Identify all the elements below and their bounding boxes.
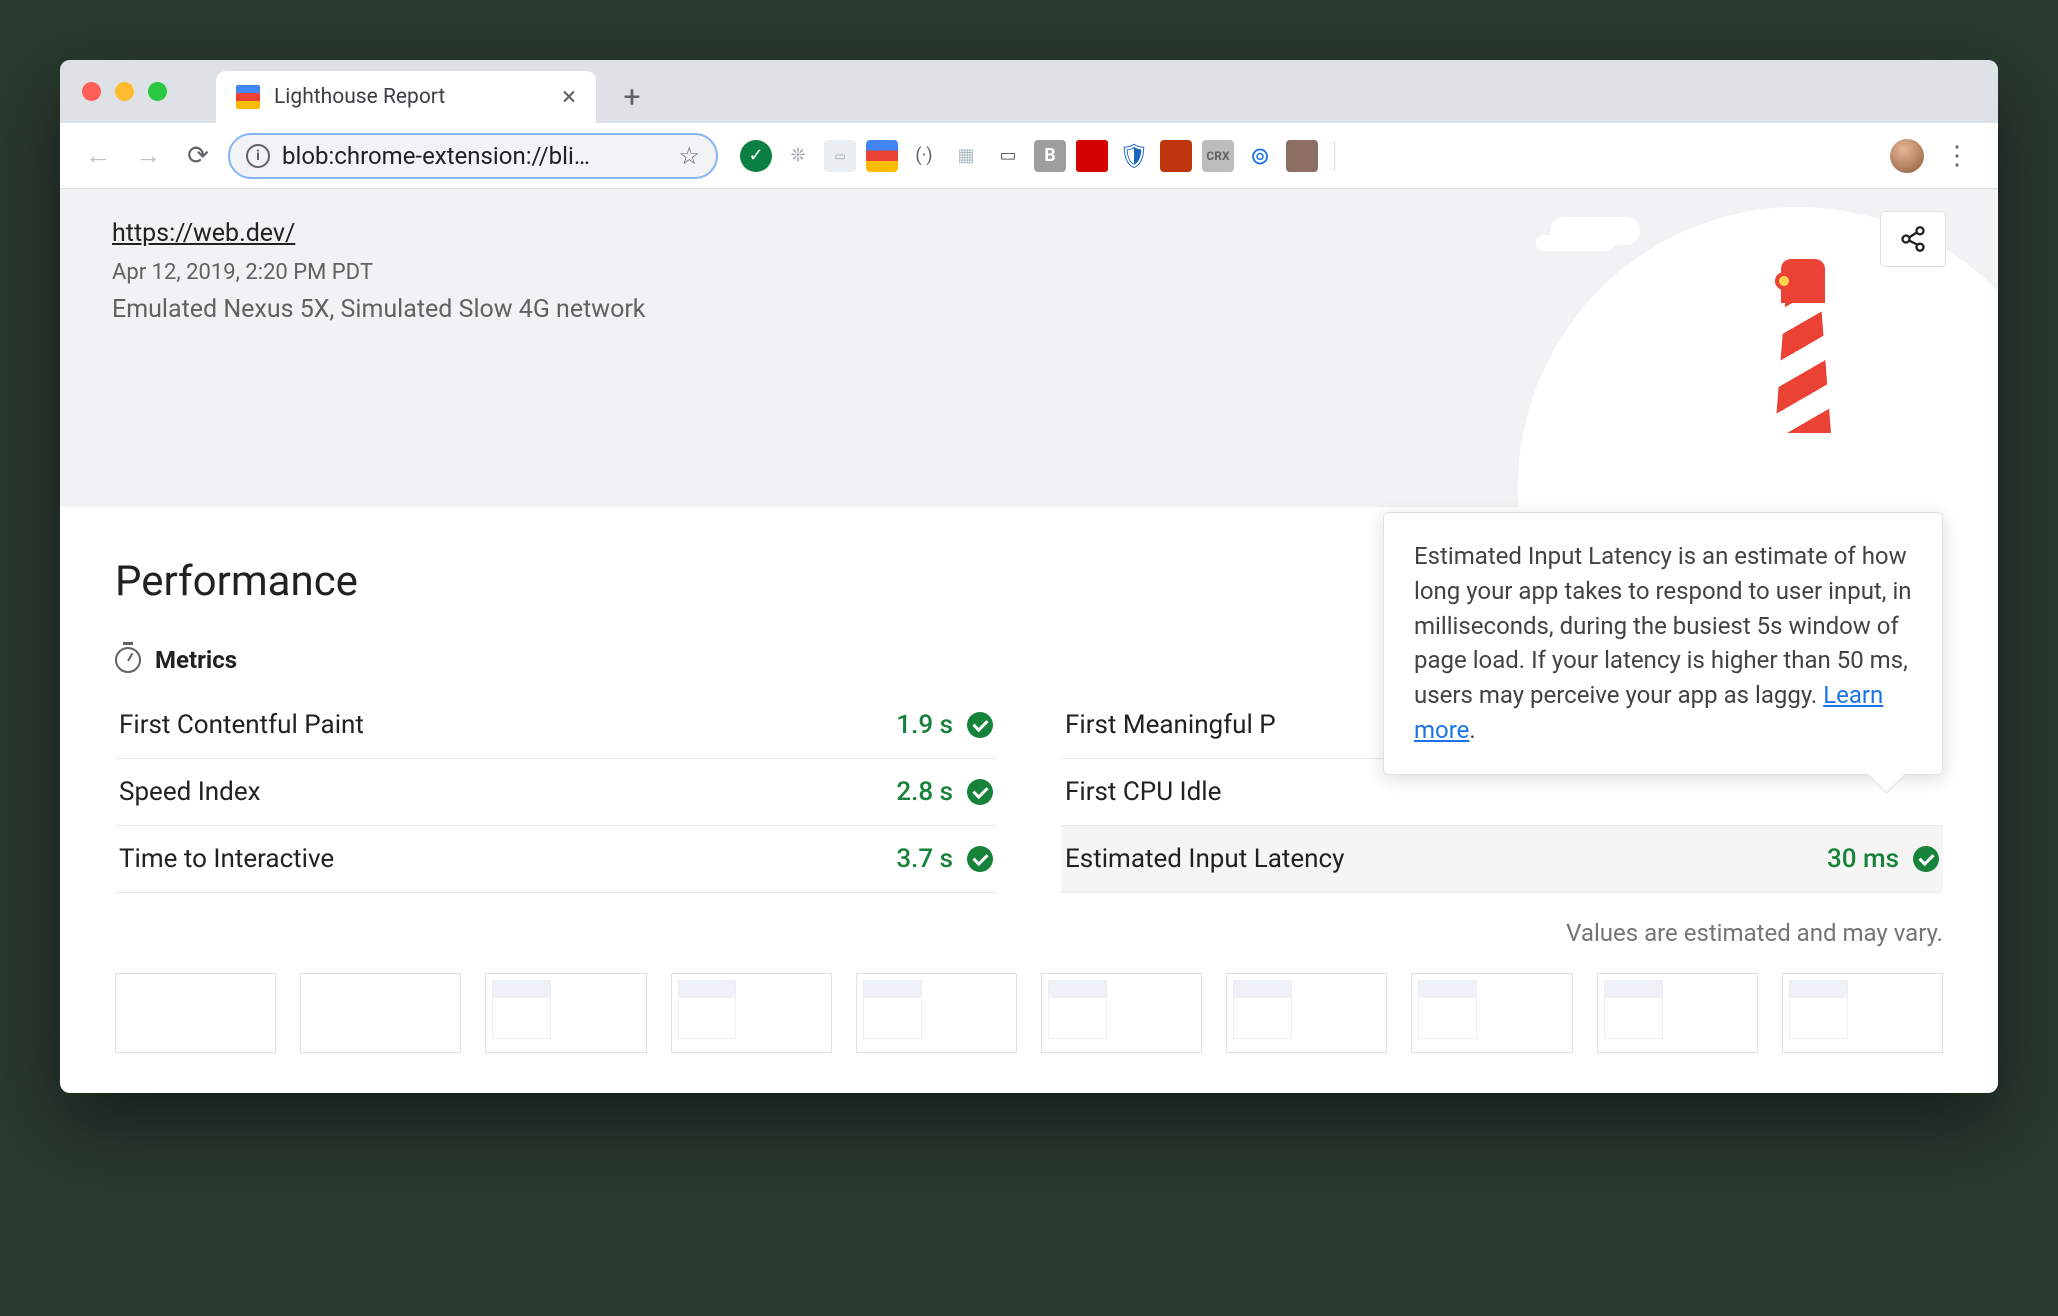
- metric-name: First Meaningful P: [1065, 710, 1276, 740]
- browser-window: Lighthouse Report × + ← → ⟳ i blob:chrom…: [60, 60, 1998, 1093]
- filmstrip-frame[interactable]: [671, 973, 832, 1053]
- cloud-decoration: [1550, 217, 1640, 245]
- share-button[interactable]: [1880, 211, 1946, 267]
- forward-button[interactable]: →: [128, 136, 168, 176]
- pass-check-icon: [967, 846, 993, 872]
- filmstrip-frame[interactable]: [115, 973, 276, 1053]
- metric-row[interactable]: Time to Interactive 3.7 s: [115, 826, 997, 893]
- profile-avatar[interactable]: [1890, 139, 1924, 173]
- metric-name: First Contentful Paint: [119, 710, 364, 740]
- window-controls: [82, 82, 167, 101]
- metric-name: Estimated Input Latency: [1065, 844, 1344, 874]
- filmstrip-frame[interactable]: [1782, 973, 1943, 1053]
- metric-value: 1.9 s: [896, 710, 953, 740]
- extension-icon[interactable]: ✓: [740, 140, 772, 172]
- metric-value: 2.8 s: [896, 777, 953, 807]
- bookmark-star-icon[interactable]: ☆: [678, 142, 700, 170]
- stopwatch-icon: [115, 647, 141, 673]
- pass-check-icon: [967, 712, 993, 738]
- close-tab-button[interactable]: ×: [562, 82, 576, 112]
- tested-url-link[interactable]: https://web.dev/: [112, 219, 295, 248]
- extension-icon[interactable]: B: [1034, 140, 1066, 172]
- lighthouse-illustration: [1768, 259, 1838, 433]
- separator: [1334, 141, 1335, 171]
- extension-icon[interactable]: ⊚: [1244, 140, 1276, 172]
- extension-icon[interactable]: [1286, 140, 1318, 172]
- metric-value: 30 ms: [1827, 844, 1899, 874]
- browser-tab[interactable]: Lighthouse Report ×: [216, 71, 596, 123]
- extension-icon[interactable]: ❊: [782, 140, 814, 172]
- extensions-row: ✓ ❊ ▭ (·) ▦ ▭ B 🛡 CRX ⊚ ⋮: [740, 139, 1980, 173]
- new-tab-button[interactable]: +: [610, 75, 654, 119]
- filmstrip-frame[interactable]: [485, 973, 646, 1053]
- metric-name: Speed Index: [119, 777, 261, 807]
- extension-icon[interactable]: ▦: [950, 140, 982, 172]
- filmstrip-frame[interactable]: [1226, 973, 1387, 1053]
- filmstrip-frame[interactable]: [1597, 973, 1758, 1053]
- metric-value: 3.7 s: [896, 844, 953, 874]
- metric-tooltip: Estimated Input Latency is an estimate o…: [1383, 512, 1943, 775]
- filmstrip-frame[interactable]: [1041, 973, 1202, 1053]
- metric-row[interactable]: First Contentful Paint 1.9 s: [115, 692, 997, 759]
- chrome-menu-button[interactable]: ⋮: [1934, 141, 1980, 171]
- extension-icon[interactable]: (·): [908, 140, 940, 172]
- fullscreen-window-button[interactable]: [148, 82, 167, 101]
- metric-name: Time to Interactive: [119, 844, 334, 874]
- extension-icon[interactable]: 🛡: [1118, 140, 1150, 172]
- metric-row[interactable]: Speed Index 2.8 s: [115, 759, 997, 826]
- metric-row-highlighted[interactable]: Estimated Input Latency 30 ms: [1061, 826, 1943, 893]
- share-icon: [1899, 225, 1927, 253]
- filmstrip-frame[interactable]: [1411, 973, 1572, 1053]
- address-bar[interactable]: i blob:chrome-extension://bli… ☆: [228, 133, 718, 179]
- report-header: https://web.dev/ Apr 12, 2019, 2:20 PM P…: [60, 189, 1998, 507]
- browser-toolbar: ← → ⟳ i blob:chrome-extension://bli… ☆ ✓…: [60, 123, 1998, 189]
- extension-icon[interactable]: [1076, 140, 1108, 172]
- reload-button[interactable]: ⟳: [178, 136, 218, 176]
- extension-icon[interactable]: ▭: [992, 140, 1024, 172]
- site-info-icon[interactable]: i: [246, 144, 270, 168]
- tab-title: Lighthouse Report: [274, 85, 445, 109]
- filmstrip: [115, 973, 1943, 1053]
- filmstrip-frame[interactable]: [300, 973, 461, 1053]
- pass-check-icon: [967, 779, 993, 805]
- filmstrip-frame[interactable]: [856, 973, 1017, 1053]
- metrics-label: Metrics: [155, 646, 237, 674]
- close-window-button[interactable]: [82, 82, 101, 101]
- extension-icon[interactable]: ▭: [824, 140, 856, 172]
- pass-check-icon: [1913, 846, 1939, 872]
- tab-strip: Lighthouse Report × +: [60, 60, 1998, 123]
- back-button[interactable]: ←: [78, 136, 118, 176]
- values-disclaimer: Values are estimated and may vary.: [115, 919, 1943, 947]
- page-content: https://web.dev/ Apr 12, 2019, 2:20 PM P…: [60, 189, 1998, 1093]
- lighthouse-favicon-icon: [236, 85, 260, 109]
- url-text: blob:chrome-extension://bli…: [282, 142, 590, 170]
- extension-icon[interactable]: [1160, 140, 1192, 172]
- lighthouse-extension-icon[interactable]: [866, 140, 898, 172]
- minimize-window-button[interactable]: [115, 82, 134, 101]
- extension-icon[interactable]: CRX: [1202, 140, 1234, 172]
- metric-name: First CPU Idle: [1065, 777, 1221, 807]
